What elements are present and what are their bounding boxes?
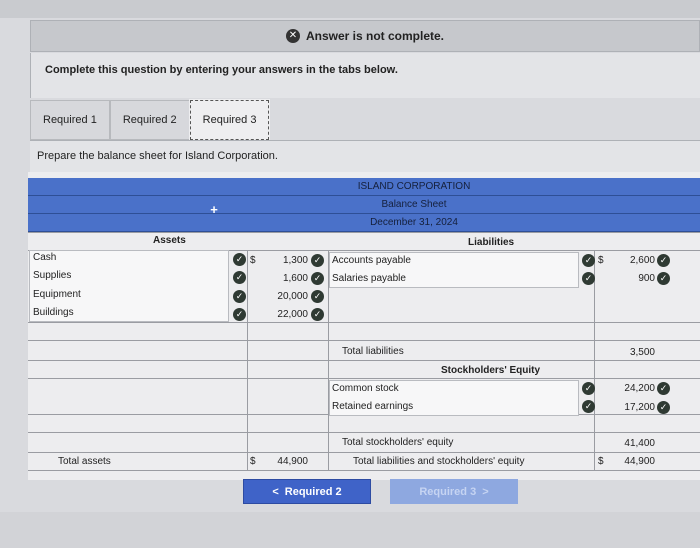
check-icon: ✓	[657, 254, 670, 267]
check-icon: ✓	[311, 272, 324, 285]
incorrect-x-icon: ✕	[285, 29, 300, 43]
check-icon: ✓	[582, 254, 595, 267]
answer-status-text: Answer is not complete.	[305, 29, 445, 43]
asset-label-equipment[interactable]: Equipment	[33, 289, 81, 300]
answer-status-banner: ✕ Answer is not complete.	[30, 20, 700, 52]
equipment-value[interactable]: 20,000	[262, 291, 308, 302]
check-icon: ✓	[582, 382, 595, 395]
total-assets-currency: $	[250, 456, 256, 467]
asset-label-buildings[interactable]: Buildings	[33, 307, 74, 318]
check-icon: ✓	[233, 308, 246, 321]
previous-button-label: Required 2	[284, 485, 342, 498]
equity-header: Stockholders' Equity	[441, 365, 541, 376]
tab-required-1[interactable]: Required 1	[30, 100, 110, 140]
retained-earnings-value[interactable]: 17,200	[610, 402, 655, 413]
asset-label-cash[interactable]: Cash	[33, 252, 56, 263]
next-required-button[interactable]: Required 3 >	[390, 479, 518, 504]
statement-date-row: December 31, 2024	[28, 214, 700, 232]
check-icon: ✓	[233, 271, 246, 284]
assets-header: Assets	[153, 235, 186, 246]
asset-label-supplies[interactable]: Supplies	[33, 270, 71, 281]
question-prompt: Prepare the balance sheet for Island Cor…	[37, 150, 278, 162]
total-liabilities-label: Total liabilities	[342, 346, 404, 357]
requirement-tabs: Required 1 Required 2 Required 3	[30, 99, 271, 141]
tab-required-2[interactable]: Required 2	[109, 100, 190, 140]
total-le-label: Total liabilities and stockholders' equi…	[353, 456, 525, 467]
total-assets-value: 44,900	[277, 456, 308, 467]
total-equity-label: Total stockholders' equity	[342, 437, 454, 448]
statement-title: Balance Sheet	[381, 199, 447, 210]
common-stock-value[interactable]: 24,200	[610, 383, 655, 394]
check-icon: ✓	[657, 382, 670, 395]
next-button-label: Required 3	[419, 485, 477, 498]
chevron-right-icon: >	[482, 485, 489, 498]
check-icon: ✓	[657, 401, 670, 414]
total-le-value: 44,900	[624, 456, 655, 467]
chevron-left-icon: <	[272, 485, 279, 498]
liability-label-salaries-payable[interactable]: Salaries payable	[332, 273, 406, 284]
salaries-payable-value[interactable]: 900	[610, 273, 655, 284]
supplies-value[interactable]: 1,600	[262, 273, 308, 284]
add-row-icon[interactable]: +	[208, 203, 220, 216]
total-le-currency: $	[598, 456, 604, 467]
accounts-payable-currency: $	[598, 255, 604, 266]
cash-value[interactable]: 1,300	[262, 255, 308, 266]
check-icon: ✓	[582, 272, 595, 285]
liabilities-header: Liabilities	[468, 237, 515, 248]
company-name: ISLAND CORPORATION	[357, 181, 471, 192]
top-strip	[0, 0, 700, 18]
previous-required-button[interactable]: < Required 2	[243, 479, 371, 504]
instruction-text: Complete this question by entering your …	[45, 64, 398, 76]
total-liabilities-value: 3,500	[629, 347, 655, 358]
equity-label-retained-earnings[interactable]: Retained earnings	[332, 401, 413, 412]
statement-date: December 31, 2024	[370, 217, 458, 228]
buildings-value[interactable]: 22,000	[262, 309, 308, 320]
total-assets-label: Total assets	[58, 456, 111, 467]
check-icon: ✓	[311, 254, 324, 267]
accounts-payable-value[interactable]: 2,600	[610, 255, 655, 266]
liability-label-accounts-payable[interactable]: Accounts payable	[332, 255, 411, 266]
company-name-row: ISLAND CORPORATION	[28, 178, 700, 196]
cash-currency: $	[250, 255, 256, 266]
equity-label-common-stock[interactable]: Common stock	[332, 383, 399, 394]
check-icon: ✓	[311, 308, 324, 321]
total-equity-value: 41,400	[624, 438, 655, 449]
check-icon: ✓	[233, 290, 246, 303]
tab-required-3[interactable]: Required 3	[188, 99, 271, 141]
check-icon: ✓	[311, 290, 324, 303]
check-icon: ✓	[657, 272, 670, 285]
check-icon: ✓	[582, 400, 595, 413]
bottom-strip	[0, 512, 700, 548]
check-icon: ✓	[233, 253, 246, 266]
statement-title-row: Balance Sheet	[28, 196, 700, 214]
